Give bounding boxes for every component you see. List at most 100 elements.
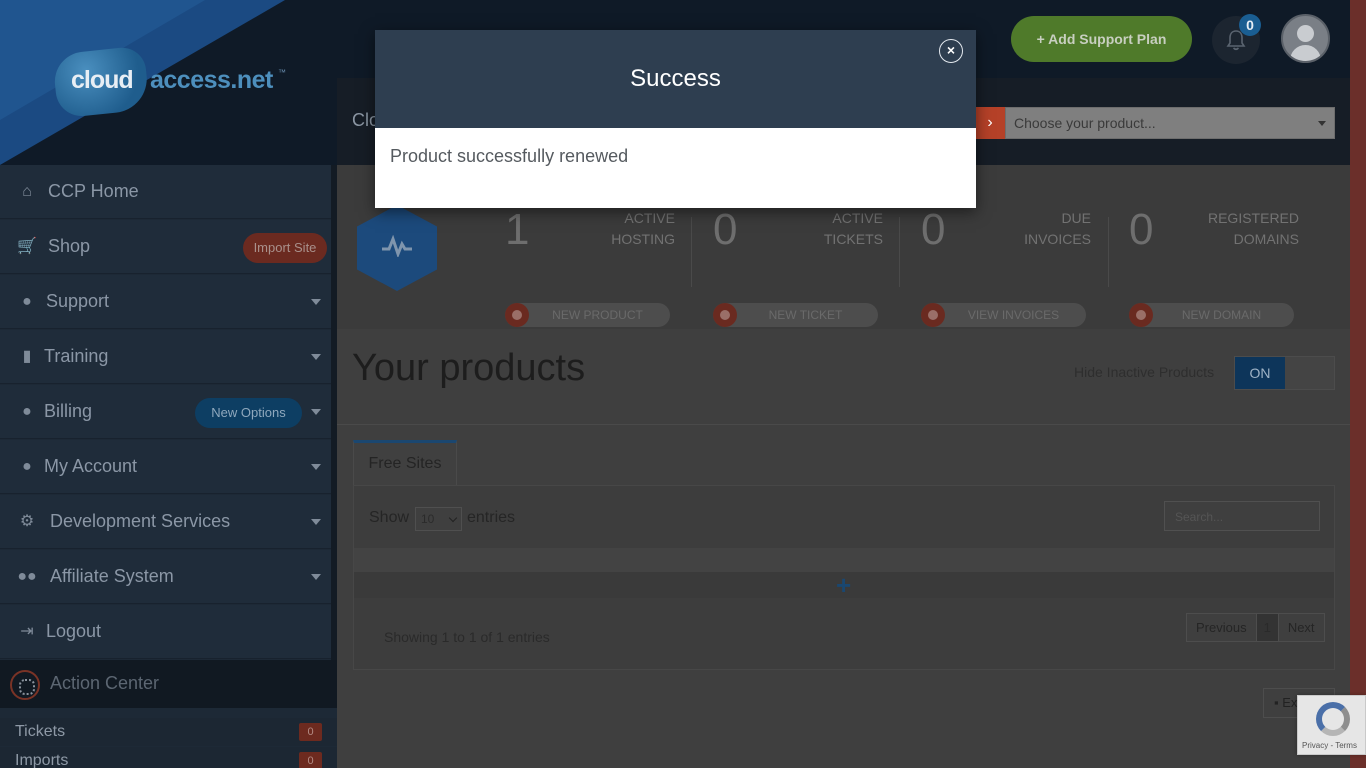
view-invoices-button[interactable]: VIEW INVOICES	[921, 303, 1086, 327]
recaptcha-badge[interactable]: Privacy - Terms	[1297, 695, 1366, 755]
avatar-head	[1297, 25, 1314, 42]
sidebar-item-ccp-home[interactable]: ⌂ CCP Home	[0, 165, 331, 219]
tickets-count-badge: 0	[299, 723, 322, 741]
user-avatar[interactable]	[1281, 14, 1330, 63]
chevron-down-icon	[1318, 121, 1326, 126]
chevron-down-icon	[311, 354, 321, 360]
sidebar-item-label: CCP Home	[48, 181, 139, 201]
close-button[interactable]: ×	[939, 39, 963, 63]
chevron-down-icon	[311, 519, 321, 525]
stat-value: 0	[921, 205, 946, 254]
success-modal: Success × Product successfully renewed	[375, 30, 976, 208]
new-product-label: NEW PRODUCT	[552, 308, 643, 322]
hide-inactive-toggle[interactable]: ON	[1234, 356, 1335, 390]
divider	[899, 217, 900, 287]
product-select-arrow[interactable]: ›	[975, 107, 1005, 139]
sidebar-item-logout[interactable]: ⇥ Logout	[0, 605, 331, 659]
sidebar-item-my-account[interactable]: ● My Account	[0, 440, 331, 494]
sidebar-item-label: Affiliate System	[50, 566, 174, 586]
logo-text-access: access.net	[150, 66, 273, 94]
chevron-down-icon	[448, 513, 458, 523]
stat-value: 0	[713, 205, 738, 254]
pagination: Previous 1 Next	[1186, 613, 1325, 642]
stat-label-line1: REGISTERED	[1207, 210, 1299, 226]
sidebar-item-label: Billing	[44, 401, 93, 421]
chevron-down-icon	[311, 464, 321, 470]
new-ticket-button[interactable]: NEW TICKET	[713, 303, 878, 327]
action-center-icon	[10, 670, 40, 700]
tab-free-sites[interactable]: Free Sites	[353, 440, 457, 486]
sidebar-item-label: Shop	[48, 236, 91, 256]
sidebar-item-label: Support	[46, 291, 110, 311]
new-domain-button[interactable]: NEW DOMAIN	[1129, 303, 1294, 327]
stat-active-hosting: 1 ACTIVE HOSTING NEW PRODUCT	[505, 205, 695, 327]
action-center-row-label: Tickets	[15, 723, 66, 740]
cart-icon: 🛒	[17, 238, 37, 255]
export-label: Ex	[1282, 695, 1298, 710]
home-icon: ⌂	[22, 183, 32, 200]
action-center-tickets[interactable]: Tickets 0	[0, 718, 337, 746]
stat-due-invoices: 0 DUE INVOICES VIEW INVOICES	[921, 205, 1111, 327]
import-site-badge[interactable]: Import Site	[243, 233, 327, 263]
stat-label-line2: HOSTING	[611, 231, 675, 247]
new-ticket-label: NEW TICKET	[768, 308, 843, 322]
divider	[337, 424, 1350, 425]
product-select-placeholder: Choose your product...	[1014, 115, 1156, 131]
stat-label-line1: ACTIVE	[624, 210, 675, 226]
stat-label-line1: ACTIVE	[832, 210, 883, 226]
view-invoices-label: VIEW INVOICES	[967, 308, 1060, 322]
stat-value: 1	[505, 205, 530, 254]
recaptcha-links[interactable]: Privacy - Terms	[1302, 741, 1357, 750]
sidebar-item-label: Logout	[46, 621, 102, 641]
logout-icon: ⇥	[20, 623, 34, 640]
stat-value: 0	[1129, 205, 1154, 254]
new-product-button[interactable]: NEW PRODUCT	[505, 303, 670, 327]
action-center-header[interactable]: Action Center	[0, 660, 337, 708]
main-content: 1 ACTIVE HOSTING NEW PRODUCT 0 ACTIVE TI…	[337, 165, 1350, 768]
sidebar-item-label: Training	[44, 346, 109, 366]
stat-registered-domains: 0 REGISTERED DOMAINS NEW DOMAIN	[1129, 205, 1319, 327]
expand-row-icon[interactable]: +	[836, 570, 851, 601]
modal-header: Success ×	[375, 30, 976, 128]
sidebar-item-training[interactable]: ▮ Training	[0, 330, 331, 384]
sidebar-item-shop[interactable]: 🛒 Shop Import Site	[0, 220, 331, 274]
previous-page-button[interactable]: Previous	[1187, 614, 1256, 641]
add-support-plan-button[interactable]: + Add Support Plan	[1011, 16, 1192, 62]
page-heading: Your products	[352, 347, 586, 389]
modal-title: Success	[630, 65, 721, 92]
chevron-down-icon	[311, 409, 321, 415]
sidebar-item-support[interactable]: ● Support	[0, 275, 331, 329]
table-search-input[interactable]: Search...	[1164, 501, 1320, 531]
sidebar-item-development-services[interactable]: ⚙ Development Services	[0, 495, 331, 549]
book-icon: ▮	[22, 348, 32, 365]
entries-per-page-select[interactable]: 10	[415, 507, 462, 531]
entries-label: entries	[467, 509, 516, 526]
recaptcha-icon	[1316, 702, 1350, 736]
action-center-imports[interactable]: Imports 0	[0, 747, 337, 768]
avatar-body	[1290, 45, 1321, 61]
sidebar-item-label: Development Services	[50, 511, 231, 531]
page-edge	[1350, 0, 1366, 768]
sidebar-item-affiliate-system[interactable]: ●● Affiliate System	[0, 550, 331, 604]
new-options-badge[interactable]: New Options	[195, 398, 302, 428]
chevron-down-icon	[311, 574, 321, 580]
save-icon: ▪	[1274, 695, 1283, 710]
page-1-button[interactable]: 1	[1255, 614, 1279, 641]
user-icon: ●	[22, 458, 32, 475]
products-table-panel: Show 10 entries Search... + Showing 1 to…	[353, 485, 1335, 670]
globe-icon	[1129, 303, 1153, 327]
gears-icon: ⚙	[19, 513, 35, 530]
logo[interactable]: cloud access.net ™	[0, 0, 337, 165]
toggle-on-state: ON	[1235, 357, 1285, 389]
modal-message: Product successfully renewed	[390, 146, 629, 166]
sidebar: ⌂ CCP Home 🛒 Shop Import Site ● Support …	[0, 165, 337, 768]
next-page-button[interactable]: Next	[1279, 614, 1324, 641]
pulse-icon	[382, 235, 412, 257]
product-select[interactable]: Choose your product...	[1005, 107, 1335, 139]
sidebar-item-billing[interactable]: ● Billing New Options	[0, 385, 331, 439]
invoice-icon	[921, 303, 945, 327]
action-center-row-label: Imports	[15, 752, 69, 768]
logo-text-cloud: cloud	[71, 66, 134, 94]
activity-hex-icon	[357, 205, 437, 291]
imports-count-badge: 0	[299, 752, 322, 768]
